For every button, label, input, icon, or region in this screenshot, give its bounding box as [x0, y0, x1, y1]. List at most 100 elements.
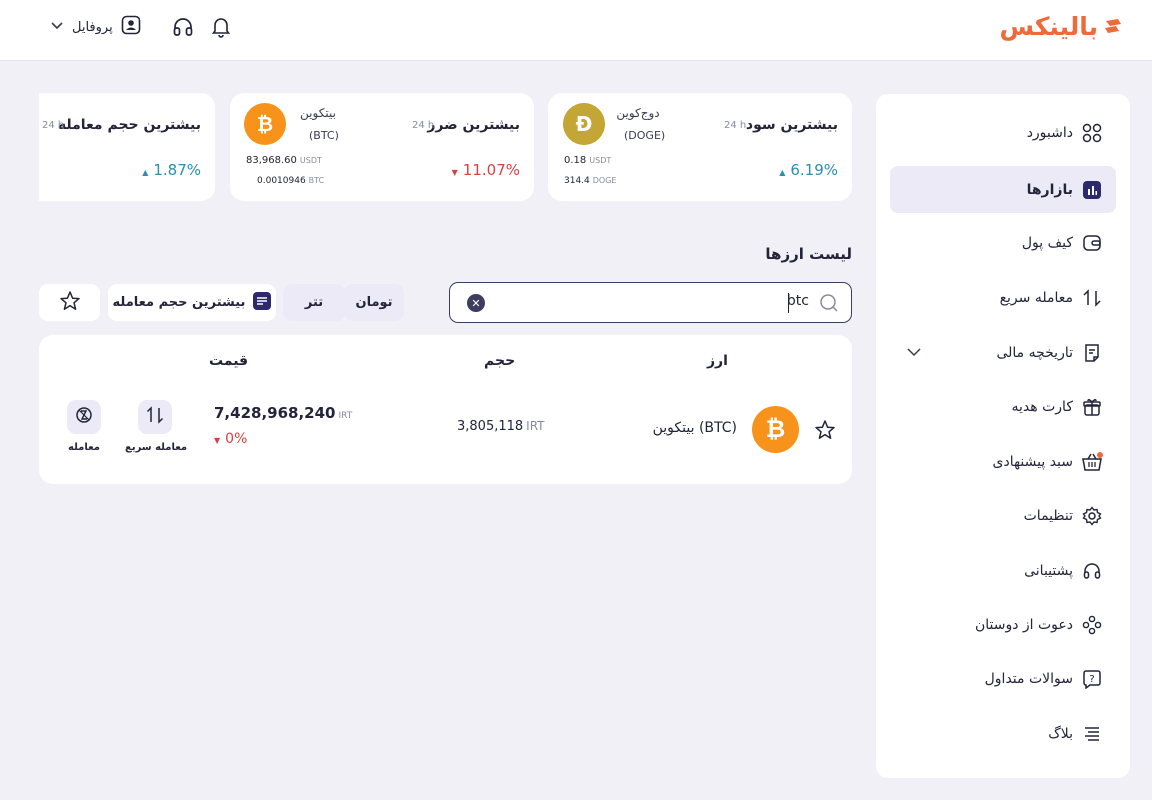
- dashboard-icon: [1081, 122, 1103, 144]
- basket-icon: [1081, 451, 1103, 473]
- amount-coin: 0.0010946 BTC: [257, 176, 325, 186]
- sort-button[interactable]: بیشترین حجم معامله: [108, 284, 276, 321]
- gear-icon: [1081, 505, 1103, 527]
- sidebar-item-label: تاریخچه مالی: [996, 344, 1073, 361]
- sidebar-item-financial-history[interactable]: تاریخچه مالی: [890, 329, 1116, 376]
- coin-table: ارز حجم قیمت ₿ بیتکوین (BTC) 3,805,118 IR…: [39, 335, 852, 484]
- sidebar: داشبورد بازارها کیف پول معامله سریع تاری…: [876, 94, 1130, 778]
- sidebar-item-blog[interactable]: بلاگ: [890, 710, 1116, 757]
- profile-menu[interactable]: پروفایل: [50, 15, 141, 39]
- search-icon: [819, 293, 839, 317]
- sidebar-item-invite-friends[interactable]: دعوت از دوستان: [890, 601, 1116, 648]
- quick-trade-label[interactable]: معامله سریع: [125, 442, 187, 453]
- svg-text:?: ?: [1089, 674, 1094, 685]
- caret-down-icon: ▼: [214, 436, 221, 445]
- top-header: بالینکس پروفایل: [0, 0, 1152, 61]
- btc-coin-icon: ₿: [244, 103, 286, 145]
- btc-coin-icon: ₿: [752, 406, 799, 453]
- coin-name: بیتکوین: [300, 106, 336, 120]
- change-percent: ▼ 0%: [214, 431, 248, 447]
- headset-icon[interactable]: [171, 15, 195, 39]
- chevron-down-icon: [906, 344, 922, 364]
- tether-filter[interactable]: تتر: [283, 284, 345, 321]
- caret-up-icon: ▲: [142, 168, 149, 177]
- toman-filter[interactable]: تومان: [344, 284, 404, 321]
- sidebar-item-wallet[interactable]: کیف پول: [890, 219, 1116, 266]
- profile-label: پروفایل: [72, 19, 113, 35]
- sidebar-item-label: سبد پیشنهادی: [992, 453, 1074, 470]
- users-icon: [1081, 614, 1103, 636]
- favorites-button[interactable]: [39, 284, 100, 321]
- sidebar-item-label: کارت هدیه: [1011, 398, 1073, 415]
- search-input[interactable]: btc ✕: [449, 282, 852, 323]
- column-header-asset: ارز: [707, 353, 728, 369]
- sidebar-item-label: تنظیمات: [1023, 507, 1073, 524]
- card-period: 24 h: [412, 120, 435, 131]
- gift-icon: [1081, 396, 1103, 418]
- caret-up-icon: ▲: [779, 168, 786, 177]
- top-gainer-card[interactable]: بیشترین سود 24 h دوج‌کوین (DOGE) Ð 0.18 U…: [548, 93, 852, 201]
- logo[interactable]: بالینکس: [1000, 8, 1122, 44]
- receipt-icon: [1081, 342, 1103, 364]
- chart-icon: [1081, 179, 1103, 201]
- sidebar-item-settings[interactable]: تنظیمات: [890, 492, 1116, 539]
- headset-icon: [1081, 560, 1103, 582]
- star-icon[interactable]: [814, 419, 836, 445]
- sidebar-item-label: دعوت از دوستان: [974, 616, 1073, 633]
- change-percent: ▲ 1.87%: [142, 161, 201, 179]
- sidebar-item-label: معامله سریع: [999, 289, 1073, 306]
- sort-label: بیشترین حجم معامله: [112, 295, 246, 310]
- coin-list-title: لیست ارزها: [765, 245, 852, 263]
- sidebar-item-label: بلاگ: [1048, 725, 1073, 742]
- top-loser-card[interactable]: بیشترین ضرر 24 h بیتکوین (BTC) ₿ 83,968.…: [230, 93, 534, 201]
- trade-button[interactable]: [67, 400, 101, 434]
- clear-icon[interactable]: ✕: [467, 294, 485, 312]
- sidebar-item-faq[interactable]: سوالات متداول ?: [890, 655, 1116, 702]
- sidebar-item-label: بازارها: [1026, 181, 1073, 198]
- logo-mark-icon: [1104, 18, 1122, 34]
- sidebar-item-support[interactable]: پشتیبانی: [890, 547, 1116, 594]
- sidebar-item-quick-trade[interactable]: معامله سریع: [890, 274, 1116, 321]
- bell-icon[interactable]: [209, 15, 233, 39]
- menu-lines-icon: [1081, 723, 1103, 745]
- amount-coin: 314.4 DOGE: [564, 176, 617, 186]
- top-volume-card[interactable]: بیشترین حجم معامله 24 h ▲ 1.87%: [39, 93, 215, 201]
- sidebar-item-markets[interactable]: بازارها: [890, 166, 1116, 213]
- card-title: بیشترین حجم معامله: [57, 117, 201, 133]
- sidebar-item-dashboard[interactable]: داشبورد: [890, 109, 1116, 156]
- card-period: 24 h: [724, 120, 747, 131]
- volume-value: 3,805,118 IRT: [457, 419, 545, 434]
- change-percent: ▲ 6.19%: [779, 161, 838, 179]
- question-icon: ?: [1081, 668, 1103, 690]
- card-title: بیشترین ضرر: [427, 117, 520, 133]
- swap-icon: [1081, 287, 1103, 309]
- wallet-icon: [1081, 232, 1103, 254]
- text-caret: [788, 293, 789, 313]
- trade-icon: [75, 406, 93, 428]
- sidebar-item-label: کیف پول: [1021, 234, 1073, 251]
- search-value: btc: [786, 293, 809, 309]
- sidebar-item-label: سوالات متداول: [984, 670, 1073, 687]
- price-value: 7,428,968,240 IRT: [214, 404, 353, 422]
- star-icon: [59, 290, 81, 316]
- sidebar-item-gift-card[interactable]: کارت هدیه: [890, 383, 1116, 430]
- coin-symbol: (BTC): [309, 129, 339, 142]
- card-period: 24 h: [42, 120, 65, 131]
- column-header-volume: حجم: [484, 353, 516, 369]
- card-title: بیشترین سود: [745, 117, 838, 133]
- change-percent: ▼ 11.07%: [451, 161, 520, 179]
- amount-usdt: 83,968.60 USDT: [246, 155, 322, 166]
- coin-name: بیتکوین (BTC): [652, 420, 737, 436]
- sidebar-item-label: پشتیبانی: [1024, 562, 1073, 579]
- swap-icon: [146, 406, 164, 428]
- logo-text: بالینکس: [999, 11, 1098, 41]
- trade-label[interactable]: معامله: [68, 442, 100, 453]
- sidebar-item-label: داشبورد: [1026, 124, 1073, 141]
- user-icon: [121, 15, 141, 39]
- amount-usdt: 0.18 USDT: [564, 155, 612, 166]
- sidebar-item-suggested-basket[interactable]: سبد پیشنهادی: [890, 438, 1116, 485]
- coin-name: دوج‌کوین: [616, 106, 660, 120]
- quick-trade-button[interactable]: [138, 400, 172, 434]
- caret-down-icon: ▼: [451, 168, 458, 177]
- doge-coin-icon: Ð: [563, 103, 605, 145]
